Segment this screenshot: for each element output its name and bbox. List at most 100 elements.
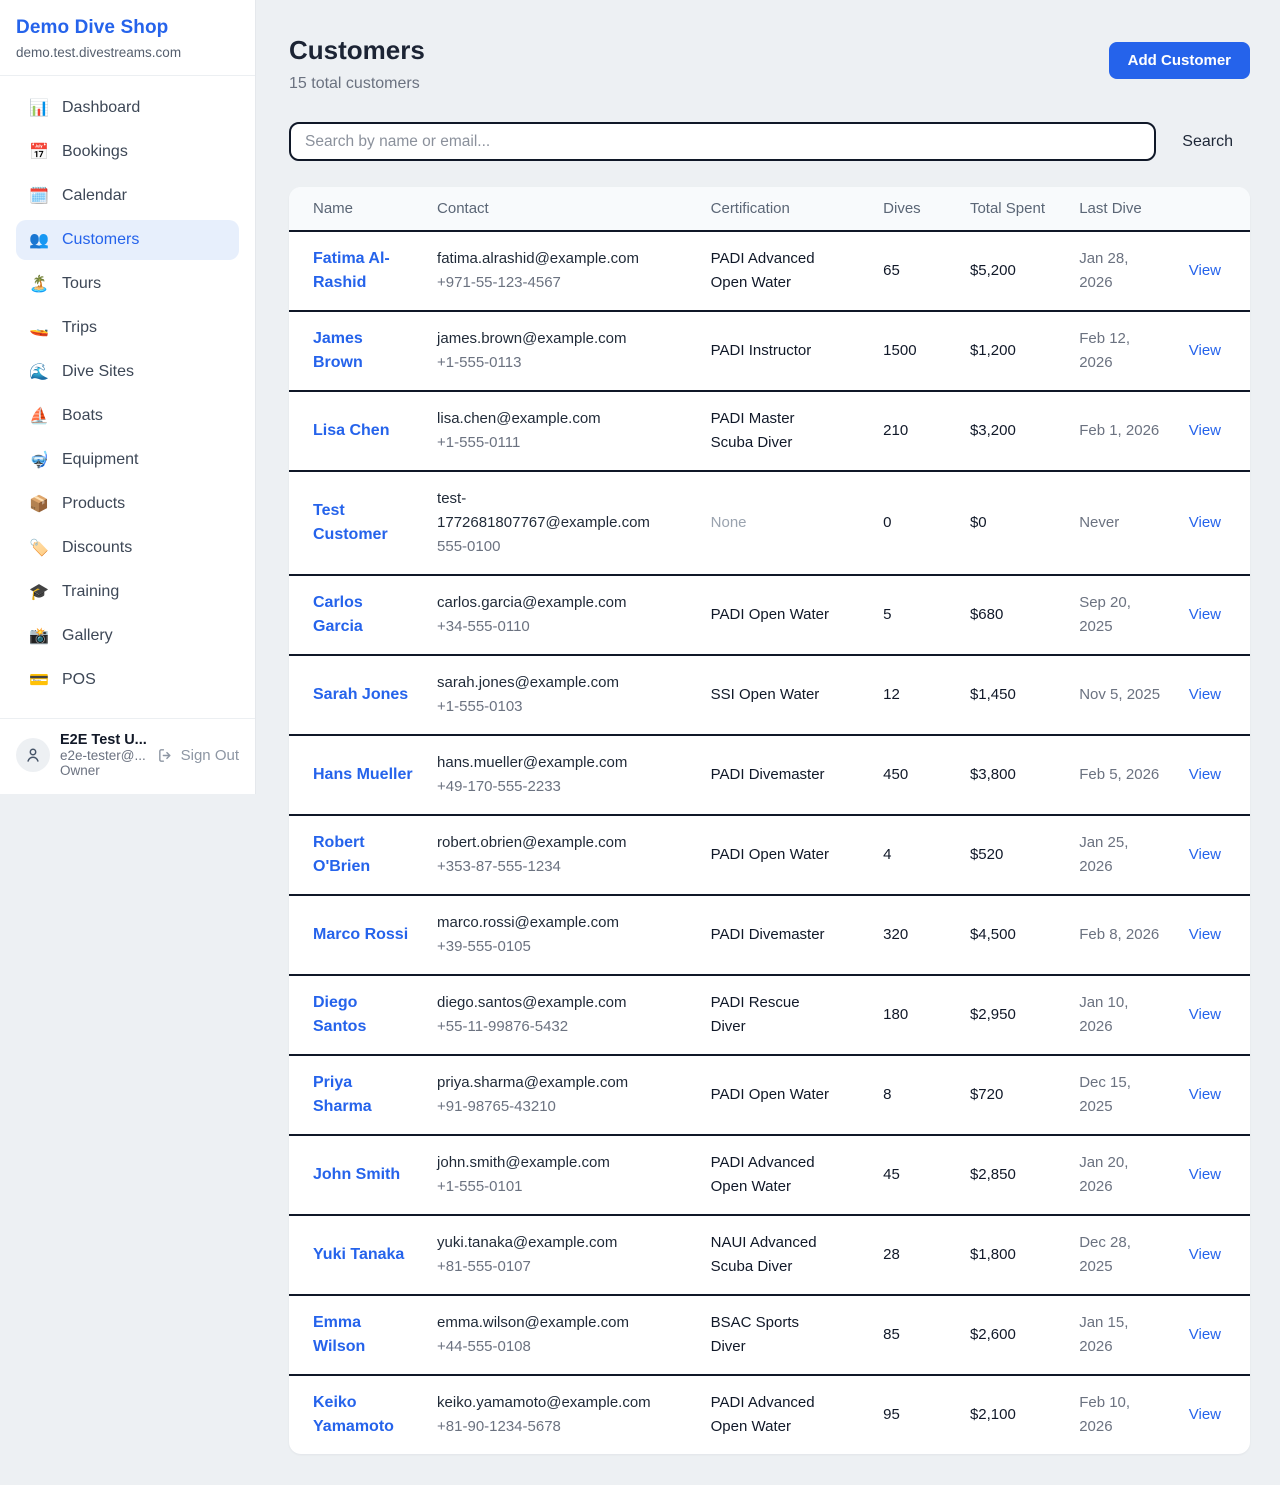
customer-email: fatima.alrashid@example.com <box>437 247 671 271</box>
add-customer-button[interactable]: Add Customer <box>1109 42 1250 79</box>
last-dive-date: Jan 10, 2026 <box>1079 991 1161 1039</box>
customer-name-link[interactable]: Hans Mueller <box>313 763 413 787</box>
search-button[interactable]: Search <box>1156 133 1250 151</box>
view-link[interactable]: View <box>1189 1326 1221 1343</box>
last-dive-date: Never <box>1079 511 1119 535</box>
table-row: James Brown james.brown@example.com +1-5… <box>289 311 1250 391</box>
customer-email: john.smith@example.com <box>437 1151 671 1175</box>
sign-out-button[interactable]: Sign Out <box>157 747 239 764</box>
certification-label: NAUI Advanced Scuba Diver <box>711 1234 817 1275</box>
certification-label: PADI Open Water <box>711 1086 829 1103</box>
sidebar-item-pos[interactable]: 💳 POS <box>16 660 239 700</box>
nav-icon: 🎓 <box>29 582 49 602</box>
customer-email: sarah.jones@example.com <box>437 671 671 695</box>
sidebar-item-label: Training <box>62 583 119 601</box>
sidebar-item-equipment[interactable]: 🤿 Equipment <box>16 440 239 480</box>
customer-email: marco.rossi@example.com <box>437 911 671 935</box>
sidebar-item-tours[interactable]: 🏝️ Tours <box>16 264 239 304</box>
last-dive-date: Sep 20, 2025 <box>1079 591 1161 639</box>
last-dive-date: Dec 15, 2025 <box>1079 1071 1161 1119</box>
view-link[interactable]: View <box>1189 1246 1221 1263</box>
customer-phone: +81-90-1234-5678 <box>437 1415 671 1439</box>
sidebar-item-label: Discounts <box>62 539 132 557</box>
total-spent: $2,850 <box>970 1135 1079 1215</box>
view-link[interactable]: View <box>1189 1166 1221 1183</box>
sidebar-item-label: Bookings <box>62 143 128 161</box>
sidebar-item-products[interactable]: 📦 Products <box>16 484 239 524</box>
customer-name-link[interactable]: Carlos Garcia <box>313 591 413 639</box>
view-link[interactable]: View <box>1189 766 1221 783</box>
dives-count: 95 <box>883 1375 970 1454</box>
sidebar-item-label: POS <box>62 671 96 689</box>
sidebar-item-label: Customers <box>62 231 139 249</box>
view-link[interactable]: View <box>1189 422 1221 439</box>
view-link[interactable]: View <box>1189 262 1221 279</box>
sidebar-item-dive-sites[interactable]: 🌊 Dive Sites <box>16 352 239 392</box>
table-row: Emma Wilson emma.wilson@example.com +44-… <box>289 1295 1250 1375</box>
customer-email: test-1772681807767@example.com <box>437 487 671 535</box>
view-link[interactable]: View <box>1189 686 1221 703</box>
customer-name-link[interactable]: Robert O'Brien <box>313 831 413 879</box>
table-row: Test Customer test-1772681807767@example… <box>289 471 1250 575</box>
customer-phone: +353-87-555-1234 <box>437 855 671 879</box>
customer-name-link[interactable]: Priya Sharma <box>313 1071 413 1119</box>
customer-name-link[interactable]: Fatima Al-Rashid <box>313 247 413 295</box>
sidebar-item-label: Dashboard <box>62 99 140 117</box>
sidebar-item-label: Gallery <box>62 627 113 645</box>
customer-phone: +49-170-555-2233 <box>437 775 671 799</box>
view-link[interactable]: View <box>1189 342 1221 359</box>
sidebar-item-training[interactable]: 🎓 Training <box>16 572 239 612</box>
total-spent: $680 <box>970 575 1079 655</box>
sidebar-item-dashboard[interactable]: 📊 Dashboard <box>16 88 239 128</box>
col-header-certification: Certification <box>711 187 884 231</box>
col-header-dives: Dives <box>883 187 970 231</box>
certification-label: PADI Divemaster <box>711 926 825 943</box>
view-link[interactable]: View <box>1189 606 1221 623</box>
sidebar-item-calendar[interactable]: 🗓️ Calendar <box>16 176 239 216</box>
sidebar-item-gallery[interactable]: 📸 Gallery <box>16 616 239 656</box>
sidebar-item-trips[interactable]: 🚤 Trips <box>16 308 239 348</box>
page-title: Customers <box>289 35 425 66</box>
view-link[interactable]: View <box>1189 1406 1221 1423</box>
sidebar-item-bookings[interactable]: 📅 Bookings <box>16 132 239 172</box>
customer-phone: +1-555-0103 <box>437 695 671 719</box>
last-dive-date: Feb 5, 2026 <box>1079 763 1159 787</box>
view-link[interactable]: View <box>1189 926 1221 943</box>
shop-name[interactable]: Demo Dive Shop <box>16 17 239 39</box>
last-dive-date: Dec 28, 2025 <box>1079 1231 1161 1279</box>
table-header-row: Name Contact Certification Dives Total S… <box>289 187 1250 231</box>
customer-name-link[interactable]: Emma Wilson <box>313 1311 413 1359</box>
sidebar-item-boats[interactable]: ⛵ Boats <box>16 396 239 436</box>
view-link[interactable]: View <box>1189 846 1221 863</box>
sidebar-item-discounts[interactable]: 🏷️ Discounts <box>16 528 239 568</box>
total-spent: $5,200 <box>970 231 1079 311</box>
view-link[interactable]: View <box>1189 1006 1221 1023</box>
nav-icon: 🗓️ <box>29 186 49 206</box>
sidebar-item-label: Trips <box>62 319 97 337</box>
customer-name-link[interactable]: James Brown <box>313 327 413 375</box>
view-link[interactable]: View <box>1189 1086 1221 1103</box>
table-row: Fatima Al-Rashid fatima.alrashid@example… <box>289 231 1250 311</box>
customer-name-link[interactable]: Sarah Jones <box>313 683 408 707</box>
customer-name-link[interactable]: John Smith <box>313 1163 400 1187</box>
sidebar-item-customers[interactable]: 👥 Customers <box>16 220 239 260</box>
certification-label: PADI Advanced Open Water <box>711 1394 815 1435</box>
customer-email: diego.santos@example.com <box>437 991 671 1015</box>
customer-name-link[interactable]: Keiko Yamamoto <box>313 1391 413 1439</box>
col-header-name: Name <box>289 187 437 231</box>
customer-email: hans.mueller@example.com <box>437 751 671 775</box>
customer-name-link[interactable]: Yuki Tanaka <box>313 1243 404 1267</box>
customer-name-link[interactable]: Diego Santos <box>313 991 413 1039</box>
customer-name-link[interactable]: Lisa Chen <box>313 419 389 443</box>
nav-icon: 🚤 <box>29 318 49 338</box>
customer-name-link[interactable]: Test Customer <box>313 499 413 547</box>
dives-count: 180 <box>883 975 970 1055</box>
view-link[interactable]: View <box>1189 514 1221 531</box>
search-input[interactable] <box>289 122 1156 161</box>
customer-name-link[interactable]: Marco Rossi <box>313 923 408 947</box>
page-header: Customers 15 total customers Add Custome… <box>289 35 1250 93</box>
sidebar-item-label: Tours <box>62 275 101 293</box>
certification-label: PADI Instructor <box>711 342 812 359</box>
last-dive-date: Feb 12, 2026 <box>1079 327 1161 375</box>
customer-email: priya.sharma@example.com <box>437 1071 671 1095</box>
